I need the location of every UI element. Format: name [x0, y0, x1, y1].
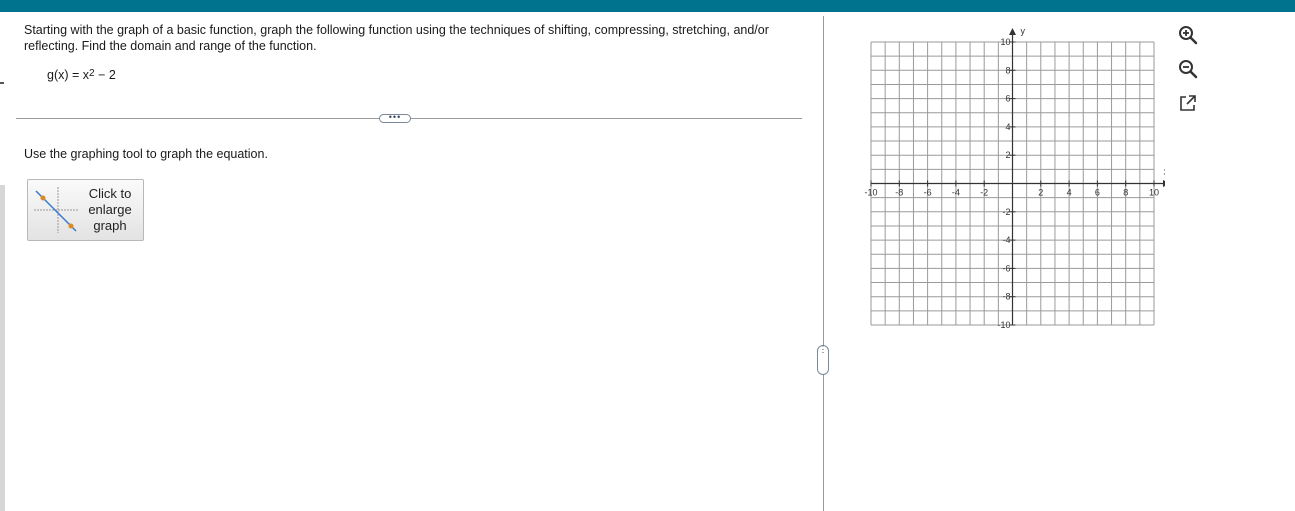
y-tick-label: -10 [997, 320, 1010, 330]
enlarge-graph-label: Click to enlarge graph [80, 186, 140, 234]
x-axis-label: x [1164, 167, 1165, 177]
equation-lhs: g(x) = x [47, 68, 90, 82]
y-tick-label: -4 [1002, 235, 1010, 245]
enlarge-graph-button[interactable]: Click to enlarge graph [27, 179, 144, 241]
function-equation: g(x) = x2 − 2 [47, 68, 116, 82]
enlarge-label-line1: Click to [88, 186, 132, 201]
y-tick-label: 8 [1005, 65, 1010, 75]
x-tick-label: -2 [980, 188, 988, 198]
x-tick-label: -8 [895, 188, 903, 198]
y-tick-label: -8 [1002, 292, 1010, 302]
x-tick-label: -10 [864, 188, 877, 198]
x-tick-label: 2 [1038, 188, 1043, 198]
popout-icon[interactable] [1177, 92, 1199, 114]
y-tick-label: -2 [1002, 207, 1010, 217]
graph-instruction: Use the graphing tool to graph the equat… [24, 147, 268, 161]
zoom-in-icon[interactable] [1177, 24, 1199, 46]
splitter-handle[interactable]: ⋮ [817, 345, 829, 375]
x-tick-label: 6 [1095, 188, 1100, 198]
y-tick-label: 6 [1005, 94, 1010, 104]
y-tick-label: 2 [1005, 150, 1010, 160]
zoom-out-icon[interactable] [1177, 58, 1199, 80]
expand-more-button[interactable]: ••• [379, 113, 411, 123]
enlarge-label-line2: enlarge [88, 202, 132, 217]
left-scroll-edge [0, 185, 5, 511]
equation-rhs: − 2 [94, 68, 116, 82]
graph-thumbnail-icon [34, 187, 78, 233]
y-tick-label: 4 [1005, 122, 1010, 132]
x-tick-label: -6 [924, 188, 932, 198]
x-tick-label: 10 [1149, 188, 1159, 198]
y-axis-arrow [1009, 28, 1016, 35]
x-tick-label: -4 [952, 188, 960, 198]
enlarge-label-line3: graph [93, 218, 127, 233]
x-tick-label: 4 [1067, 188, 1072, 198]
header-bar [0, 0, 1295, 12]
equation-exponent: 2 [89, 68, 95, 79]
left-collapse-marker [0, 82, 4, 84]
y-axis-label: y [1021, 26, 1026, 36]
pane-splitter[interactable] [823, 16, 824, 511]
y-tick-label: -6 [1002, 263, 1010, 273]
x-tick-label: 8 [1123, 188, 1128, 198]
y-tick-label: 10 [1000, 37, 1010, 47]
question-prompt: Starting with the graph of a basic funct… [24, 23, 769, 53]
coordinate-graph[interactable]: x y -10 -8 -6 -4 -2 2 4 6 8 10 10 8 6 4 2 -2 -4 -6 -8 -10 [860, 22, 1165, 337]
x-axis-arrow [1163, 180, 1165, 187]
